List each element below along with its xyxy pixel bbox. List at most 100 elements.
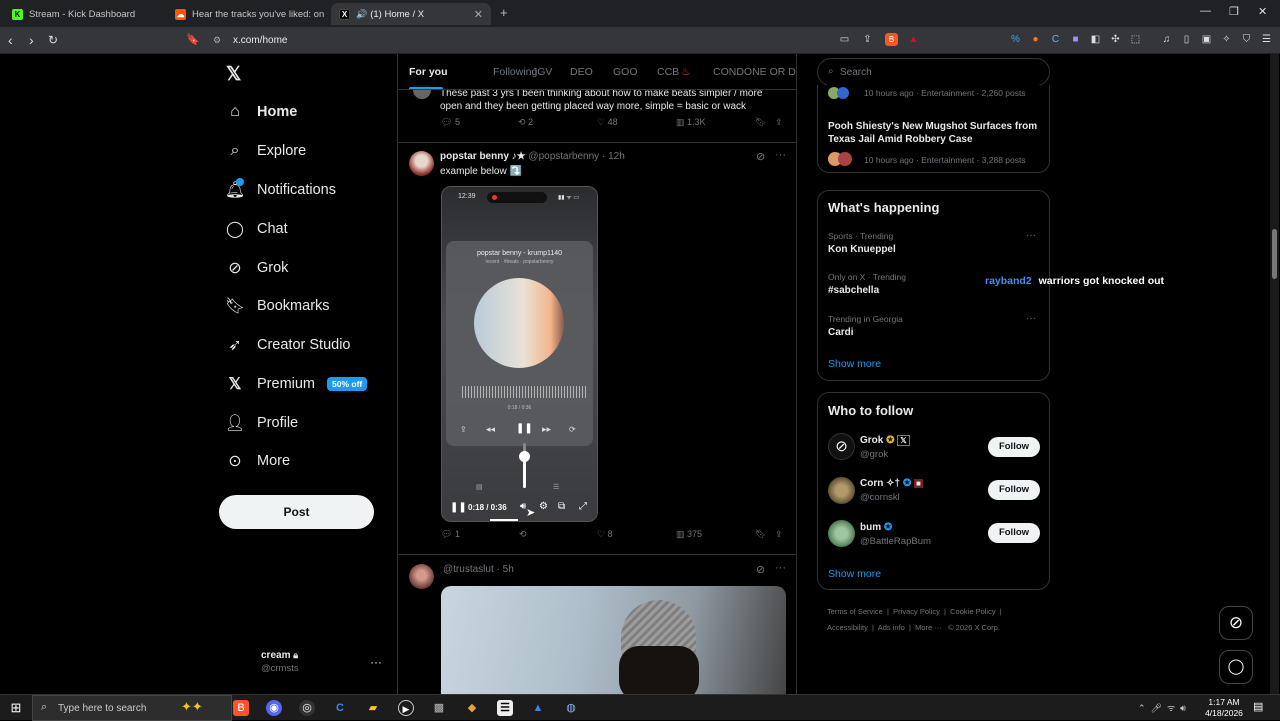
author-handle[interactable]: @trustaslut — [443, 564, 494, 575]
show-more-link[interactable]: Show more — [828, 358, 881, 370]
video-progress[interactable] — [490, 519, 518, 521]
back-icon[interactable]: ‹ — [8, 31, 13, 49]
scrollbar-thumb[interactable] — [1272, 229, 1277, 279]
page-scrollbar[interactable] — [1270, 54, 1279, 694]
menu-icon[interactable]: ☰ — [1260, 33, 1273, 46]
post-button[interactable]: Post — [219, 495, 374, 529]
brave-shield-icon[interactable]: B — [885, 33, 898, 46]
repost-button[interactable]: ⟲ — [519, 529, 529, 540]
trend-item[interactable]: Sports · Trending Kon Knueppel — [828, 231, 896, 255]
taskbar-search[interactable]: ⌕ Type here to search ✦✦ — [32, 695, 232, 721]
notification-center-icon[interactable]: ▤ — [1253, 700, 1263, 713]
tab-condone[interactable]: CONDONE OR DIE — [713, 66, 796, 78]
file-explorer-icon[interactable]: ▰ — [365, 700, 381, 716]
puzzle-icon[interactable]: ✣ — [1109, 33, 1122, 46]
tab-soundcloud[interactable]: ☁ Hear the tracks you've liked: on Sou — [167, 3, 327, 25]
nav-bookmarks[interactable]: 🔖︎ Bookmarks — [225, 292, 330, 320]
leo-icon[interactable]: ✧ — [1220, 33, 1233, 46]
close-window-button[interactable]: ✕ — [1258, 5, 1267, 18]
account-more-icon[interactable]: ··· — [370, 655, 382, 669]
tray-icons[interactable]: ⌃ 🎤︎ ᯤ 🔊︎ — [1138, 701, 1186, 714]
avatar[interactable] — [828, 520, 855, 547]
volume-slider-track[interactable] — [519, 443, 530, 488]
like-button[interactable]: ♡ 8 — [597, 529, 613, 540]
sidebar-icon[interactable]: ▯ — [1180, 33, 1193, 46]
app-icon[interactable]: ☰ — [497, 700, 513, 716]
extension-icon[interactable]: ● — [1029, 33, 1042, 46]
post-media-image[interactable] — [441, 586, 786, 694]
steam-icon[interactable]: ◍ — [563, 700, 579, 716]
site-info-icon[interactable]: ⚙ — [213, 30, 221, 51]
tab-deo[interactable]: DEO — [570, 66, 593, 78]
bookmark-button[interactable]: 🔖︎ — [755, 117, 766, 128]
windows-start-icon[interactable]: ⊞ — [8, 700, 24, 716]
share-button[interactable]: ⇪ — [775, 529, 783, 540]
brave-icon[interactable]: B — [233, 700, 249, 716]
cast-icon[interactable]: ▭ — [838, 33, 851, 46]
account-switcher[interactable]: cream 🔒︎ @crmsts — [261, 650, 299, 674]
grok-avatar-icon[interactable]: ⊘ — [828, 433, 855, 460]
video-pause-icon[interactable]: ❚❚ — [450, 502, 467, 513]
nav-explore[interactable]: ⌕ Explore — [226, 137, 307, 165]
author-handle[interactable]: @popstarbenny — [528, 151, 599, 162]
tab-jgv[interactable]: JGV — [532, 66, 552, 78]
bookmark-page-icon[interactable]: 🔖 — [186, 31, 200, 49]
author-name[interactable]: popstar benny ♪★ — [440, 151, 526, 162]
picture-in-picture-icon[interactable]: ⧉ — [558, 501, 565, 512]
brave-rewards-icon[interactable]: ▲ — [907, 33, 920, 46]
app-icon[interactable]: ▲ — [530, 700, 546, 716]
avatar[interactable] — [409, 151, 434, 176]
more-icon[interactable]: ··· — [1026, 313, 1036, 324]
footer-link[interactable]: Ads info — [878, 623, 905, 632]
tab-goo[interactable]: GOO — [613, 66, 638, 78]
views-button[interactable]: ▥ 1.3K — [676, 117, 706, 128]
app-icon[interactable]: ◆ — [464, 700, 480, 716]
nav-premium[interactable]: 𝕏 Premium 50% off — [226, 370, 368, 398]
show-more-link[interactable]: Show more — [828, 568, 881, 580]
reload-icon[interactable]: ↻ — [48, 31, 58, 49]
avatar[interactable] — [409, 564, 434, 589]
extension-icon[interactable]: C — [1049, 33, 1062, 46]
chat-float-icon[interactable]: ◯ — [1219, 650, 1253, 684]
new-tab-button[interactable]: + — [500, 5, 508, 20]
nav-creator-studio[interactable]: ➶ Creator Studio — [226, 331, 350, 359]
screenshot-icon[interactable]: ⬚ — [1129, 33, 1142, 46]
tab-for-you[interactable]: For you — [409, 66, 448, 78]
user-name[interactable]: Grok ✪ 𝕏 — [860, 435, 910, 446]
follow-button[interactable]: Follow — [988, 480, 1040, 500]
forward-icon[interactable]: › — [29, 31, 34, 49]
fullscreen-icon[interactable]: ⤢ — [579, 501, 587, 512]
obs-icon[interactable]: ◎ — [299, 700, 315, 716]
discord-icon[interactable]: ◉ — [266, 700, 282, 716]
extension-icon[interactable]: ■ — [1069, 33, 1082, 46]
reply-button[interactable]: 💬︎ 1 — [441, 529, 460, 540]
x-logo-icon[interactable]: 𝕏 — [226, 63, 241, 86]
footer-link[interactable]: Cookie Policy — [950, 607, 995, 616]
media-icon[interactable]: ♫ — [1160, 33, 1173, 46]
wallet-icon[interactable]: ▣ — [1200, 33, 1213, 46]
more-icon[interactable]: ··· — [775, 562, 786, 574]
share-icon[interactable]: ⇪ — [861, 33, 874, 46]
nav-chat[interactable]: ◯ Chat — [226, 215, 288, 243]
tab-kick[interactable]: K Stream - Kick Dashboard — [4, 3, 164, 25]
user-name[interactable]: bum ✪ — [860, 522, 892, 533]
nav-notifications[interactable]: 🔔︎ Notifications — [225, 176, 336, 204]
more-icon[interactable]: ··· — [775, 149, 786, 161]
trend-item[interactable]: Only on X · Trending #sabchella — [828, 272, 906, 296]
footer-link[interactable]: Terms of Service — [827, 607, 883, 616]
user-name[interactable]: Corn ✧† ✪ ■ — [860, 478, 923, 489]
like-button[interactable]: ♡ 48 — [597, 117, 618, 128]
follow-button[interactable]: Follow — [988, 437, 1040, 457]
tab-following[interactable]: Following — [493, 66, 537, 78]
post-time[interactable]: 12h — [608, 151, 625, 162]
nav-home[interactable]: ⌂ Home — [226, 98, 297, 126]
media-player-icon[interactable]: ▶ — [398, 700, 414, 716]
extension-icon[interactable]: ◧ — [1089, 33, 1102, 46]
grok-icon[interactable]: ⊘ — [756, 563, 765, 576]
volume-slider-knob[interactable] — [519, 450, 530, 462]
bookmark-button[interactable]: 🔖︎ — [755, 529, 766, 540]
grok-icon[interactable]: ⊘ — [756, 150, 765, 163]
nav-more[interactable]: ⊙ More — [226, 447, 290, 475]
search-input[interactable]: ⌕ Search — [817, 58, 1050, 86]
views-button[interactable]: ▥ 375 — [676, 529, 702, 540]
